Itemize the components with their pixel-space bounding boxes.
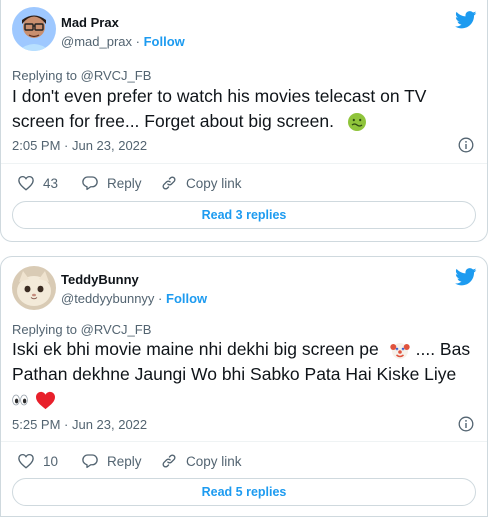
follow-link[interactable]: Follow [144, 34, 185, 49]
like-count: 43 [43, 175, 59, 191]
avatar-image [12, 266, 56, 310]
author-handle[interactable]: @mad_prax [61, 34, 132, 49]
author-handle-line: @mad_prax · Follow [61, 34, 185, 49]
tweet-text-line: Pathan dekhne Jaungi Wo bhi Sabko Pata H… [12, 364, 457, 384]
copy-link-button[interactable]: Copy link [160, 452, 242, 470]
separator-dot: · [135, 34, 140, 49]
replying-to: Replying to @RVCJ_FB [12, 68, 152, 83]
like-count: 10 [43, 453, 59, 469]
reply-button[interactable]: Reply [81, 174, 142, 192]
heart-icon [18, 453, 34, 469]
read-replies-button[interactable]: Read 3 replies [12, 201, 476, 229]
like-button[interactable]: 43 [17, 174, 58, 192]
tweet-text-line [12, 387, 472, 412]
copy-link-button[interactable]: Copy link [160, 174, 242, 192]
reply-label: Reply [107, 175, 142, 191]
tweet-card: TeddyBunny @teddyybunnyy · Follow Replyi… [0, 256, 488, 517]
tweet-text: I don't even prefer to watch his movies … [12, 84, 472, 134]
author-handle-line: @teddyybunnyy · Follow [61, 291, 207, 306]
heart-icon [18, 175, 34, 191]
info-icon[interactable] [458, 416, 474, 432]
avatar-image [12, 7, 56, 51]
tweet-text-segment: screen for free... Forget about big scre… [12, 111, 334, 131]
twitter-bird-icon[interactable] [455, 268, 477, 286]
divider [1, 163, 487, 164]
reply-label: Reply [107, 453, 142, 469]
reply-bubble-icon [82, 176, 98, 191]
twitter-bird-icon[interactable] [455, 11, 477, 29]
tweet-text-segment: Iski ek bhi movie maine nhi dekhi big sc… [12, 339, 379, 359]
info-icon[interactable] [458, 137, 474, 153]
avatar[interactable] [12, 266, 56, 310]
tweet-text-line: screen for free... Forget about big scre… [12, 109, 472, 134]
reply-button[interactable]: Reply [81, 452, 142, 470]
author-name[interactable]: TeddyBunny [61, 272, 139, 287]
tweet-text: Iski ek bhi movie maine nhi dekhi big sc… [12, 337, 472, 412]
like-button[interactable]: 10 [17, 452, 58, 470]
tweet-text-line: I don't even prefer to watch his movies … [12, 86, 427, 106]
eyes-emoji [12, 394, 28, 406]
reply-bubble-icon [82, 454, 98, 469]
red-heart-emoji [35, 391, 55, 410]
author-name[interactable]: Mad Prax [61, 15, 119, 30]
replying-to: Replying to @RVCJ_FB [12, 322, 152, 337]
tweet-card: Mad Prax @mad_prax · Follow Replying to … [0, 0, 488, 242]
divider [1, 441, 487, 442]
nauseated-face-emoji [347, 113, 366, 132]
link-icon [162, 176, 176, 190]
follow-link[interactable]: Follow [166, 291, 207, 306]
read-replies-button[interactable]: Read 5 replies [12, 478, 476, 506]
avatar[interactable] [12, 7, 56, 51]
link-icon [162, 454, 176, 468]
copy-link-label: Copy link [186, 175, 242, 191]
tweet-text-segment: .... Bas [415, 339, 471, 359]
tweet-text-line: Iski ek bhi movie maine nhi dekhi big sc… [12, 337, 472, 362]
tweet-timestamp[interactable]: 2:05 PM · Jun 23, 2022 [12, 138, 147, 153]
clown-face-emoji [389, 343, 410, 360]
tweet-timestamp[interactable]: 5:25 PM · Jun 23, 2022 [12, 417, 147, 432]
author-handle[interactable]: @teddyybunnyy [61, 291, 154, 306]
copy-link-label: Copy link [186, 453, 242, 469]
separator-dot: · [158, 291, 163, 306]
